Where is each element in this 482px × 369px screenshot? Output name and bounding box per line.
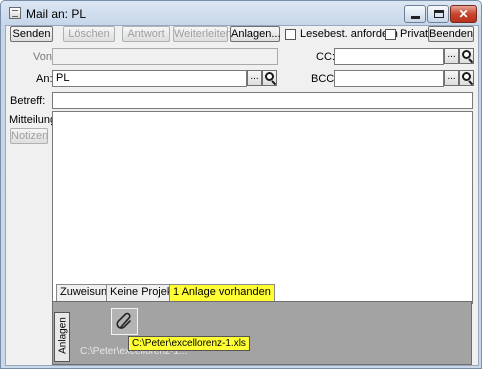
close-icon: ✕ (458, 7, 469, 21)
cc-field[interactable] (334, 48, 444, 65)
cc-browse-button[interactable]: ... (444, 48, 459, 64)
attachment-tooltip: C:\Peter\excellorenz-1.xls (128, 336, 250, 351)
mail-window: Mail an: PL ✕ Senden Löschen Antwort Wei… (0, 0, 482, 369)
to-browse-button[interactable]: ... (247, 70, 262, 86)
cc-label: CC: (316, 51, 335, 63)
to-field[interactable]: PL (52, 70, 247, 87)
maximize-icon (434, 10, 444, 18)
private-checkbox[interactable] (385, 29, 396, 40)
bcc-field[interactable] (334, 70, 444, 87)
private-label: Privat (400, 28, 429, 40)
forward-button[interactable]: Weiterleiten (173, 26, 232, 42)
notes-button[interactable]: Notizen (10, 128, 48, 144)
to-label: An: (36, 73, 53, 85)
send-button[interactable]: Senden (10, 26, 53, 42)
to-search-button[interactable] (262, 70, 277, 86)
window-app-icon (9, 7, 21, 19)
paperclip-icon (116, 312, 131, 329)
minimize-icon (411, 16, 420, 19)
exit-button[interactable]: Beenden (428, 26, 474, 42)
tab-attachments[interactable]: 1 Anlage vorhanden (169, 284, 275, 301)
form-area: Senden Löschen Antwort Weiterleiten Anla… (5, 25, 479, 366)
bcc-browse-button[interactable]: ... (444, 70, 459, 86)
read-receipt-label: Lesebest. anfordern (300, 28, 398, 40)
delete-button[interactable]: Löschen (63, 26, 115, 42)
subject-label: Betreff: (10, 95, 46, 107)
attachment-item[interactable] (111, 308, 138, 335)
title-bar[interactable]: Mail an: PL ✕ (1, 1, 481, 25)
from-field (52, 48, 278, 65)
read-receipt-checkbox[interactable] (285, 29, 296, 40)
search-icon-handle (271, 80, 277, 86)
search-icon-handle (468, 58, 474, 64)
attachments-button[interactable]: Anlagen... (230, 26, 281, 42)
window-title: Mail an: PL (26, 7, 87, 21)
bcc-search-button[interactable] (459, 70, 474, 86)
reply-button[interactable]: Antwort (122, 26, 170, 42)
cc-search-button[interactable] (459, 48, 474, 64)
maximize-button[interactable] (427, 5, 449, 23)
attachments-side-tab[interactable]: Anlagen (54, 312, 70, 362)
close-button[interactable]: ✕ (450, 5, 477, 23)
message-textarea[interactable] (52, 111, 473, 304)
search-icon-handle (468, 80, 474, 86)
subject-field[interactable] (52, 92, 473, 109)
attachments-panel: Anlagen C:\Peter\excellorenz-1... C:\Pet… (52, 301, 472, 365)
attachments-side-tab-label: Anlagen (57, 317, 69, 354)
minimize-button[interactable] (404, 5, 426, 23)
